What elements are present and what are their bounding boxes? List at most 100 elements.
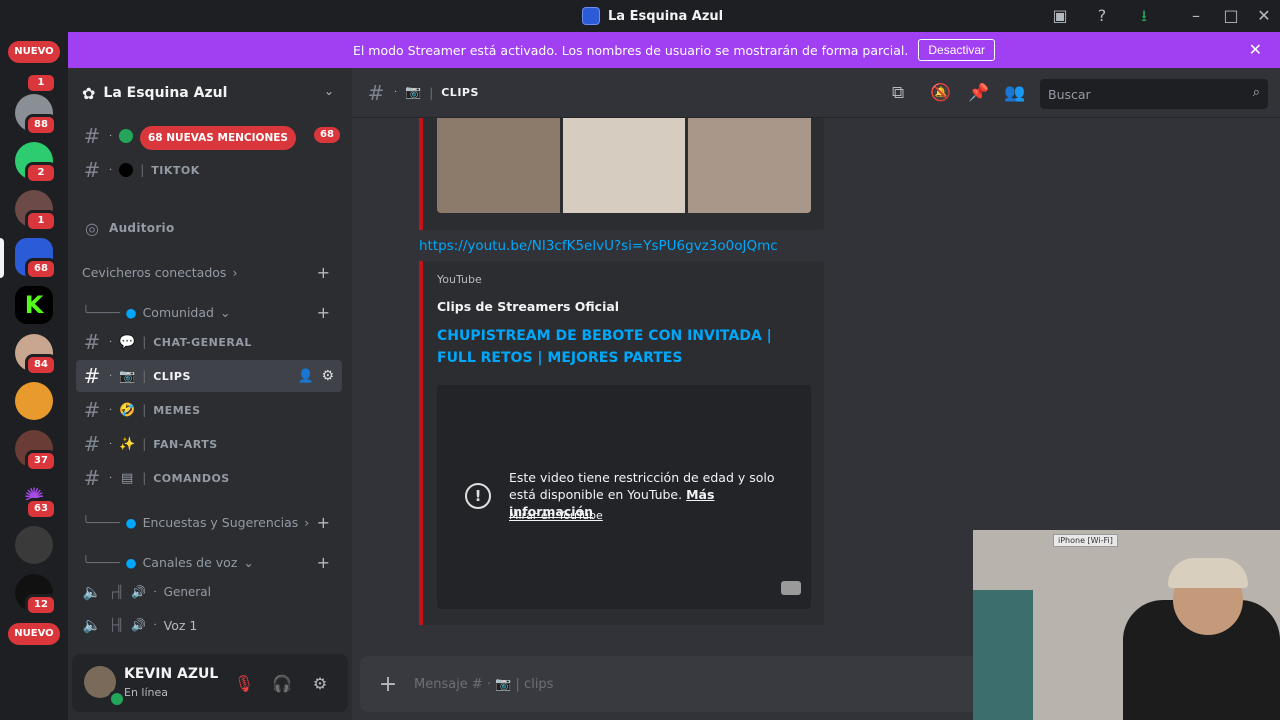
server-icon-esquina-azul[interactable]: 68: [15, 238, 57, 280]
server-icon-8[interactable]: [15, 382, 53, 420]
mute-mic-icon[interactable]: 🎙: [230, 670, 258, 698]
server-icon-3[interactable]: 2: [15, 142, 57, 184]
separator: |: [140, 163, 145, 177]
streamer-mode-banner: El modo Streamer está activado. Los nomb…: [68, 32, 1280, 68]
message-input[interactable]: [414, 676, 714, 692]
hash-icon: #: [367, 80, 385, 105]
restriction-text: Este video tiene restricción de edad y s…: [509, 470, 775, 502]
invite-icon[interactable]: 👤: [298, 369, 314, 384]
pin-icon[interactable]: 📌: [968, 83, 989, 103]
category-name: Comunidad: [142, 304, 214, 320]
member-list-icon[interactable]: 👥: [1004, 83, 1025, 103]
blue-circle-icon: ●: [125, 554, 137, 570]
deafen-icon[interactable]: 🎧: [268, 670, 296, 698]
add-channel-icon[interactable]: +: [317, 263, 330, 282]
guild-name: La Esquina Azul: [103, 85, 228, 101]
category-cevicheros[interactable]: Cevicheros conectados › +: [82, 260, 344, 284]
maximize-icon[interactable]: □: [1221, 6, 1241, 26]
server-icon-2[interactable]: 88: [15, 94, 57, 136]
channel-item-clips[interactable]: # · 📷 | CLIPS 👤 ⚙: [76, 360, 342, 392]
gear-icon[interactable]: ⚙: [321, 368, 334, 384]
server-badge: 63: [25, 498, 57, 520]
image-preview[interactable]: [437, 118, 811, 213]
stage-channel-auditorio[interactable]: ◎ Auditorio: [76, 212, 342, 244]
category-encuestas[interactable]: ╰──── ● Encuestas y Sugerencias › +: [82, 510, 344, 534]
channel-name: MEMES: [153, 403, 201, 417]
channel-name: TIKTOK: [151, 163, 200, 177]
search-icon[interactable]: ⌕: [1253, 85, 1260, 100]
server-icon-11[interactable]: [15, 526, 53, 564]
channel-item-fan-arts[interactable]: # · ✨ | FAN-ARTS: [76, 428, 342, 460]
download-icon[interactable]: ⭳: [1134, 6, 1154, 26]
server-icon-7[interactable]: 84: [15, 334, 57, 376]
dot: ·: [109, 472, 113, 484]
help-icon[interactable]: ?: [1092, 6, 1112, 26]
close-window-icon[interactable]: ✕: [1254, 6, 1274, 26]
webcam-source-label: iPhone [Wi-Fi]: [1053, 534, 1118, 547]
youtube-logo-icon[interactable]: [781, 581, 801, 595]
separator: |: [142, 369, 147, 383]
channel-item-comandos[interactable]: # · ▤ | COMANDOS: [76, 462, 342, 494]
chevron-right-icon: ›: [232, 264, 238, 280]
add-channel-icon[interactable]: +: [317, 513, 330, 532]
watch-on-youtube-link[interactable]: Mirar en YouTube: [509, 509, 603, 522]
disable-streamer-button[interactable]: Desactivar: [918, 39, 996, 61]
chevron-down-icon: ⌄: [243, 554, 254, 570]
hash-icon: #: [83, 124, 101, 148]
server-icon-10[interactable]: ✺ 63: [15, 478, 57, 520]
speech-bubble-icon: 💬: [119, 334, 136, 350]
add-attachment-icon[interactable]: +: [378, 672, 398, 697]
tiktok-icon: [119, 163, 134, 177]
category-comunidad[interactable]: ╰──── ● Comunidad ⌄ +: [82, 300, 344, 324]
user-panel: KEVIN AZUL En línea 🎙 🎧 ⚙: [72, 654, 348, 712]
threads-icon[interactable]: ⧉: [892, 83, 904, 103]
server-list: NUEVO 1 88 2 1 68 K 84 37 ✺ 63 12 NUEVO: [0, 32, 68, 720]
previous-embed: [419, 118, 824, 230]
search-input[interactable]: [1048, 86, 1238, 102]
thumbnail-image: [437, 118, 560, 213]
camera-icon: 📷: [119, 368, 136, 384]
search-box[interactable]: ⌕: [1040, 79, 1268, 109]
dot: ·: [109, 336, 113, 348]
embed-provider: YouTube: [437, 273, 482, 286]
speaker-icon: 🔊: [130, 618, 146, 632]
server-badge: 2: [25, 162, 57, 184]
add-channel-icon[interactable]: +: [317, 303, 330, 322]
new-badge[interactable]: NUEVO: [8, 623, 60, 645]
minimize-icon[interactable]: –: [1186, 6, 1206, 26]
channel-item-chat-general[interactable]: # · 💬 | CHAT-GENERAL: [76, 326, 342, 358]
embed-author[interactable]: Clips de Streamers Oficial: [437, 299, 619, 314]
channel-name: Voz 1: [163, 617, 198, 633]
server-icon-9[interactable]: 37: [15, 430, 57, 472]
separator: |: [142, 437, 147, 451]
close-banner-icon[interactable]: ✕: [1249, 40, 1262, 59]
hash-icon: #: [83, 364, 101, 388]
embed-title[interactable]: CHUPISTREAM DE BEBOTE CON INVITADA | FUL…: [437, 325, 797, 369]
server-icon-1[interactable]: 1: [15, 52, 57, 94]
speaker-icon: 🔈: [82, 583, 102, 601]
guild-badge-icon: ✿: [82, 83, 96, 103]
video-player[interactable]: ! Este video tiene restricción de edad y…: [437, 385, 811, 609]
channel-item-tiktok[interactable]: # · | TIKTOK: [76, 154, 342, 186]
server-icon-kick[interactable]: K: [15, 286, 53, 324]
guild-header[interactable]: ✿ La Esquina Azul ⌄: [68, 68, 352, 118]
notifications-muted-icon[interactable]: 🔕: [930, 83, 951, 103]
server-icon-clips[interactable]: 12: [15, 574, 57, 616]
user-settings-gear-icon[interactable]: ⚙: [306, 670, 334, 698]
inbox-icon[interactable]: ▣: [1050, 6, 1070, 26]
new-mentions-pill[interactable]: 68 NUEVAS MENCIONES: [140, 126, 296, 150]
voice-channel-voz-1[interactable]: 🔈 ├╢ 🔊 · Voz 1: [76, 609, 342, 641]
channel-name: CHAT-GENERAL: [153, 335, 252, 349]
chevron-down-icon[interactable]: ⌄: [324, 84, 334, 98]
channel-item-memes[interactable]: # · 🤣 | MEMES: [76, 394, 342, 426]
category-canales-voz[interactable]: ╰──── ● Canales de voz ⌄ +: [82, 550, 344, 574]
server-icon-4[interactable]: 1: [15, 190, 57, 232]
category-name: Canales de voz: [142, 554, 238, 570]
hash-icon: #: [83, 466, 101, 490]
username[interactable]: KEVIN AZUL: [124, 666, 218, 682]
voice-channel-general[interactable]: 🔈 ┌╢ 🔊 · General: [76, 576, 342, 608]
channel-name: FAN-ARTS: [153, 437, 218, 451]
dot: ·: [109, 130, 113, 142]
message-link[interactable]: https://youtu.be/NI3cfK5elvU?si=YsPU6gvz…: [419, 238, 778, 254]
add-channel-icon[interactable]: +: [317, 553, 330, 572]
